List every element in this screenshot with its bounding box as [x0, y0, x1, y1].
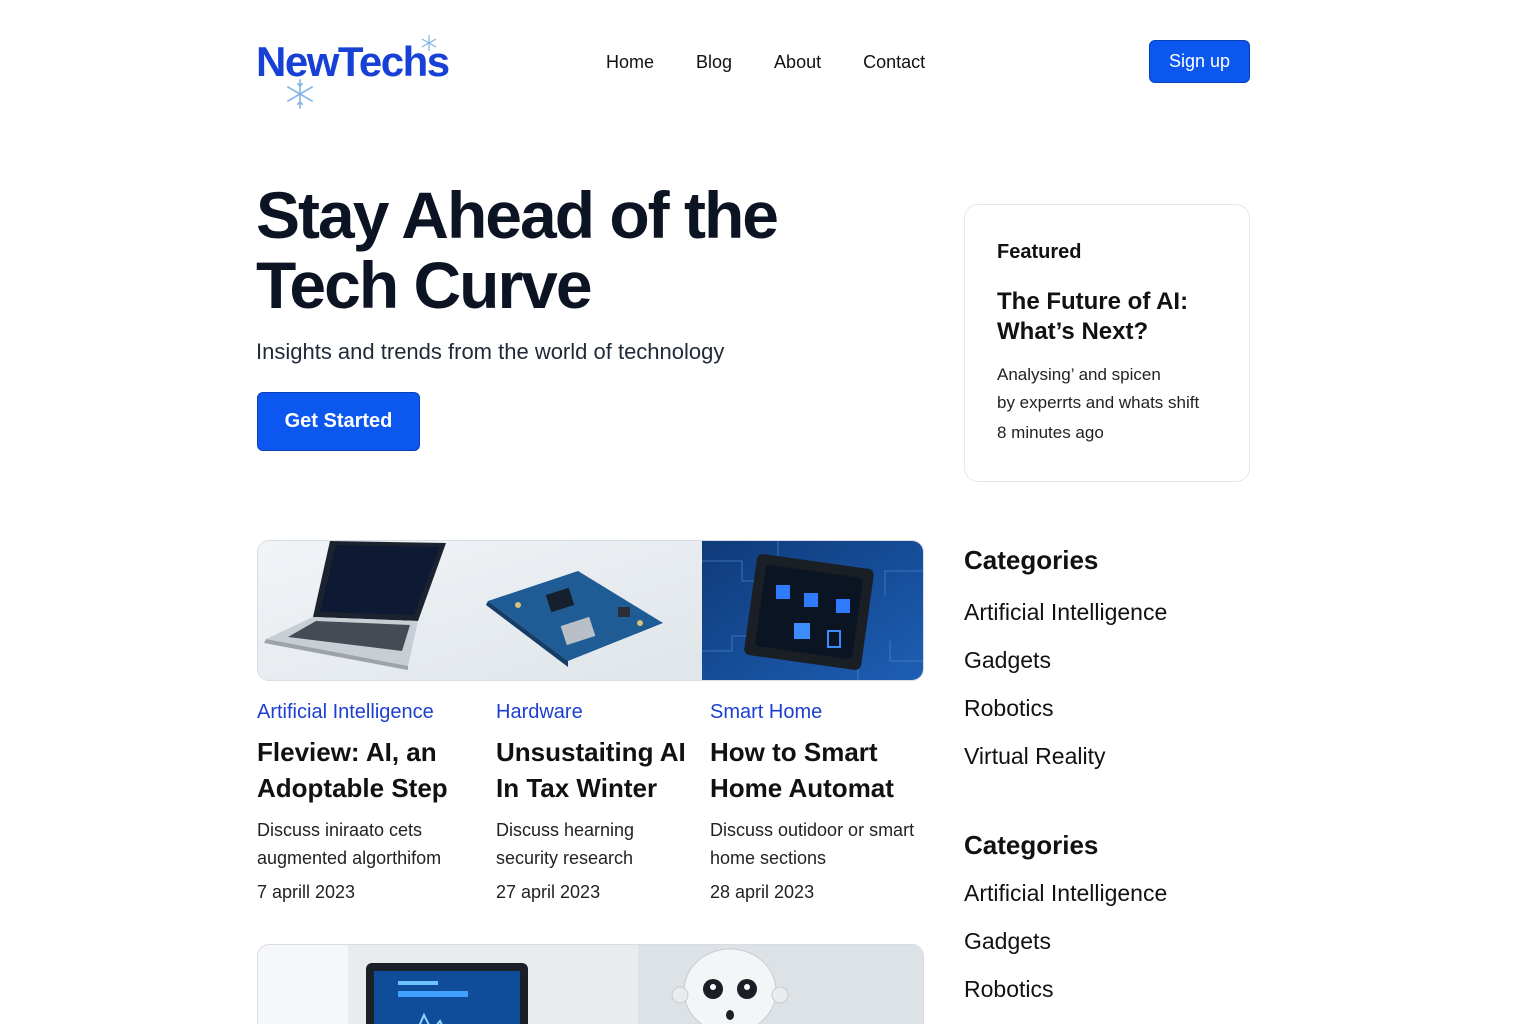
nav-about[interactable]: About [774, 50, 821, 74]
article-images [257, 540, 924, 681]
featured-description: Analysing’ and spicen by experrts and wh… [997, 361, 1217, 417]
categories-list: Categories Artificial Intelligence Gadge… [964, 544, 1167, 780]
article-date: 27 april 2023 [496, 882, 601, 902]
categories-title: Categories [964, 830, 1099, 860]
monitor-icon [366, 963, 528, 1024]
nav-home[interactable]: Home [606, 50, 654, 74]
nav-blog[interactable]: Blog [696, 50, 732, 74]
get-started-button[interactable]: Get Started [257, 392, 420, 451]
article-description: Discuss iniraato cets augmented algorthi… [257, 820, 442, 868]
featured-desc-line: by experrts and whats shift [997, 393, 1200, 412]
category-link-gadgets[interactable]: Gadgets [964, 917, 1167, 965]
featured-card[interactable]: Featured The Future of AI: What’s Next? … [964, 204, 1250, 482]
category-link-robotics[interactable]: Robotics [964, 965, 1167, 1013]
article-category[interactable]: Smart Home [710, 700, 920, 724]
snowflake-icon [286, 79, 314, 109]
article-description: Discuss hearning security research [496, 820, 635, 868]
signup-button[interactable]: Sign up [1149, 40, 1250, 83]
article-card-smart-home[interactable]: Smart Home How to Smart Home Automat Dis… [710, 700, 920, 904]
category-link-robotics[interactable]: Robotics [964, 684, 1167, 732]
article-title[interactable]: How to Smart Home Automat [710, 734, 920, 806]
featured-desc-line: Analysing’ and spicen [997, 365, 1161, 384]
article-images-second-row [257, 944, 924, 1024]
article-card-ai[interactable]: Artificial Intelligence Fleview: AI, an … [257, 700, 477, 904]
hero-title: Stay Ahead of the Tech Curve [256, 178, 779, 322]
category-link-ai[interactable]: Artificial Intelligence [964, 869, 1167, 917]
article-title[interactable]: Fleview: AI, an Adoptable Step [257, 734, 477, 806]
article-card-hardware[interactable]: Hardware Unsustaiting AI In Tax Winter D… [496, 700, 696, 904]
nav-contact[interactable]: Contact [863, 50, 925, 74]
featured-title[interactable]: The Future of AI: What’s Next? [997, 287, 1217, 347]
categories-title: Categories [964, 545, 1099, 575]
categories-list-secondary: Categories Artificial Intelligence Gadge… [964, 829, 1167, 1013]
article-date: 7 aprill 2023 [257, 882, 356, 902]
hero-subtitle: Insights and trends from the world of te… [256, 339, 725, 364]
site-logo[interactable]: NewTechs [256, 34, 476, 113]
category-link-ai[interactable]: Artificial Intelligence [964, 588, 1167, 636]
article-category[interactable]: Artificial Intelligence [257, 700, 477, 724]
article-category[interactable]: Hardware [496, 700, 696, 724]
main-nav: Home Blog About Contact [606, 50, 967, 74]
article-description: Discuss outidoor or smart home sections [710, 820, 915, 868]
chip-icon [744, 554, 874, 670]
featured-time: 8 minutes ago [997, 423, 1104, 442]
article-date: 28 april 2023 [710, 882, 815, 902]
snowflake-icon [421, 34, 437, 52]
category-link-gadgets[interactable]: Gadgets [964, 636, 1167, 684]
category-link-vr[interactable]: Virtual Reality [964, 732, 1167, 780]
featured-label: Featured [997, 241, 1082, 263]
article-title[interactable]: Unsustaiting AI In Tax Winter [496, 734, 696, 806]
